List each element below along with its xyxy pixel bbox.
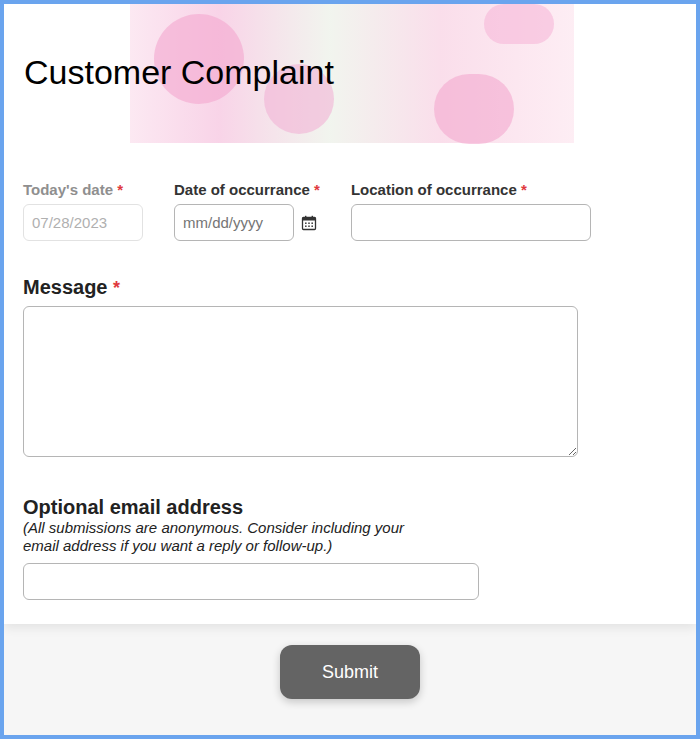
form-header: Customer Complaint	[4, 4, 696, 143]
form-card: Customer Complaint Today's date *Date of…	[4, 4, 696, 624]
field-label: Location of occurrance *	[351, 180, 591, 200]
message-label-text: Message	[23, 276, 108, 298]
field-label: Date of occurrance *	[174, 180, 320, 200]
form-field: Today's date *	[23, 180, 143, 241]
field-label-text: Location of occurrance	[351, 181, 517, 198]
field-label-text: Date of occurrance	[174, 181, 310, 198]
date-input-group	[174, 204, 320, 241]
message-label: Message *	[23, 275, 677, 300]
form-title: Customer Complaint	[4, 4, 696, 92]
email-note: (All submissions are anonymous. Consider…	[23, 519, 443, 555]
field-input	[23, 204, 143, 241]
field-input[interactable]	[174, 204, 294, 241]
form-field: Location of occurrance *	[351, 180, 591, 241]
email-label: Optional email address	[23, 495, 677, 519]
required-marker: *	[117, 181, 123, 198]
field-input[interactable]	[351, 204, 591, 241]
flower-accent	[484, 4, 554, 44]
form-field: Date of occurrance *	[174, 180, 320, 241]
flower-accent	[434, 74, 514, 144]
required-marker: *	[521, 181, 527, 198]
submit-button[interactable]: Submit	[280, 645, 420, 699]
email-input[interactable]	[23, 563, 479, 600]
required-marker: *	[113, 278, 120, 298]
calendar-icon[interactable]	[301, 215, 317, 231]
required-marker: *	[314, 181, 320, 198]
message-textarea[interactable]	[23, 306, 578, 457]
field-label-text: Today's date	[23, 181, 113, 198]
field-label: Today's date *	[23, 180, 143, 200]
